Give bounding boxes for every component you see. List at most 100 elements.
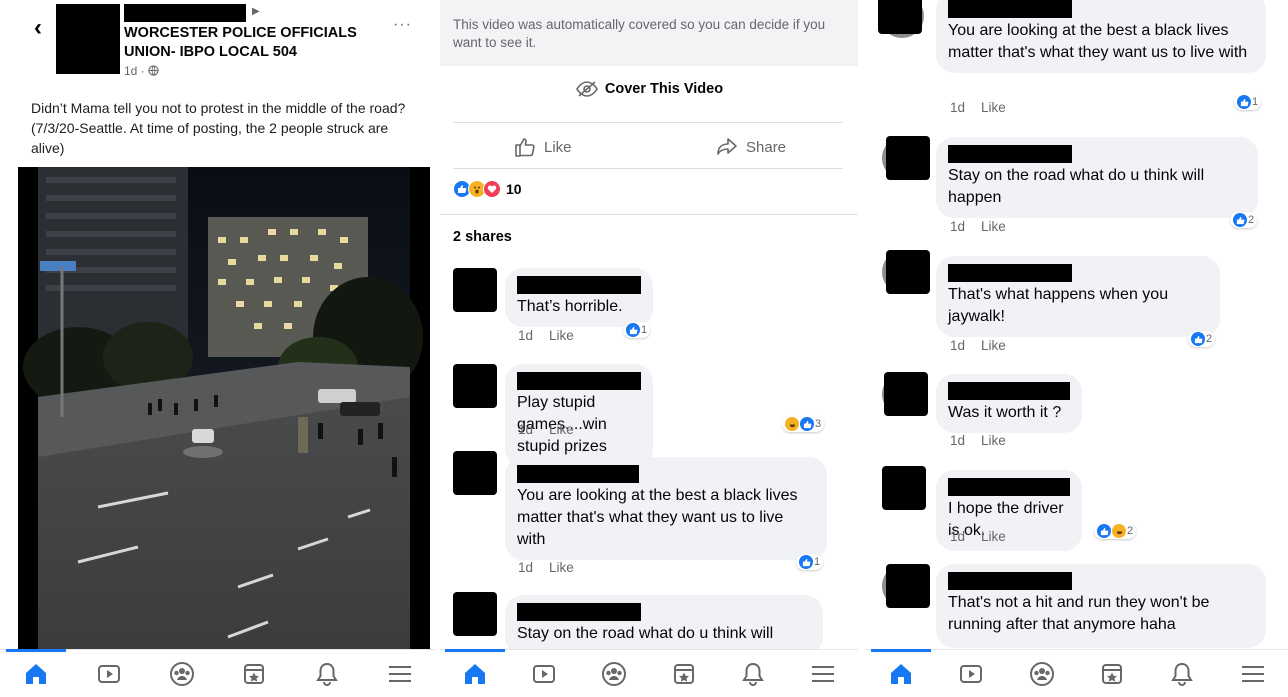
redacted-name — [948, 478, 1070, 496]
tab-notifications[interactable] — [1162, 654, 1202, 694]
avatar[interactable] — [453, 592, 497, 636]
avatar[interactable] — [453, 268, 497, 312]
marketplace-icon — [673, 663, 694, 684]
tab-home[interactable] — [871, 648, 932, 694]
comment-bubble[interactable]: Stay on the road what do u think will — [505, 595, 823, 655]
comment-bubble[interactable]: Was it worth it ? — [936, 374, 1082, 433]
comment-like[interactable]: Like — [981, 219, 1006, 234]
comment-reactions[interactable]: 1 — [1234, 94, 1262, 110]
comment-reactions[interactable]: 2 — [1188, 331, 1216, 347]
comment-bubble[interactable]: That's what happens when you jaywalk! — [936, 256, 1220, 337]
page-name[interactable]: WORCESTER POLICE OFFICIALS UNION- IBPO L… — [124, 24, 404, 62]
like-reaction-icon — [799, 555, 813, 569]
comment-text: That's not a hit and run they won't be r… — [948, 594, 1210, 633]
redacted-name — [124, 4, 246, 22]
comment-reactions[interactable]: 1 — [623, 322, 651, 338]
tab-menu[interactable] — [380, 654, 420, 694]
comment-meta: 1d Like — [518, 422, 590, 437]
comment-meta: 1d Like — [950, 219, 1022, 234]
post-text: Didn’t Mama tell you not to protest in t… — [31, 100, 406, 156]
comment-like[interactable]: Like — [549, 422, 574, 437]
comment-reactions[interactable]: 2 — [1230, 212, 1258, 228]
groups-icon — [169, 661, 194, 686]
comment-reactions[interactable]: 3 — [782, 416, 825, 432]
tab-groups[interactable] — [162, 654, 202, 694]
tab-groups[interactable] — [594, 654, 634, 694]
avatar[interactable] — [453, 451, 497, 495]
like-reaction-icon — [626, 323, 640, 337]
comment-bubble[interactable]: You are looking at the best a black live… — [936, 0, 1266, 73]
tab-marketplace[interactable] — [234, 654, 274, 694]
reaction-count: 2 — [1127, 525, 1134, 537]
comment-like[interactable]: Like — [981, 338, 1006, 353]
avatar[interactable] — [453, 364, 497, 408]
more-options-button[interactable]: ··· — [393, 16, 412, 34]
tab-home[interactable] — [6, 648, 67, 694]
tab-notifications[interactable] — [733, 654, 773, 694]
comment-like[interactable]: Like — [981, 433, 1006, 448]
tab-watch[interactable] — [89, 654, 129, 694]
avatar[interactable] — [886, 136, 930, 180]
like-reaction-icon — [800, 417, 814, 431]
comment-like[interactable]: Like — [549, 328, 574, 343]
watch-icon — [960, 664, 983, 683]
tab-watch[interactable] — [524, 654, 564, 694]
cover-video-button[interactable]: Cover This Video — [440, 70, 858, 108]
redacted-name — [948, 264, 1072, 282]
bottom-tab-bar — [440, 648, 858, 697]
comment-bubble[interactable]: Play stupid games....win stupid prizes — [505, 364, 653, 467]
groups-icon — [1029, 661, 1054, 686]
comment-bubble[interactable]: That’s horrible. — [505, 268, 653, 327]
post-video[interactable] — [18, 167, 430, 650]
marketplace-icon — [1102, 663, 1123, 684]
shares-count[interactable]: 2 shares — [453, 229, 512, 245]
video-frame — [18, 167, 430, 650]
home-icon — [26, 663, 47, 684]
tab-menu[interactable] — [1233, 654, 1273, 694]
comment-meta: 1d Like — [518, 560, 590, 575]
share-button[interactable]: Share — [716, 137, 786, 157]
tab-marketplace[interactable] — [664, 654, 704, 694]
arrow-icon: ▶ — [252, 6, 260, 17]
tab-menu[interactable] — [803, 654, 843, 694]
groups-icon — [602, 661, 627, 686]
avatar[interactable] — [886, 564, 930, 608]
reactions-summary[interactable]: 10 — [453, 180, 522, 198]
comment-like[interactable]: Like — [981, 529, 1006, 544]
comments-panel: You are looking at the best a black live… — [866, 0, 1288, 697]
avatar[interactable] — [878, 0, 922, 34]
home-icon — [891, 663, 912, 684]
reaction-count: 2 — [1206, 333, 1213, 345]
back-button[interactable]: ‹ — [34, 14, 42, 42]
tab-notifications[interactable] — [307, 654, 347, 694]
like-button[interactable]: Like — [514, 137, 572, 157]
comment-text: You are looking at the best a black live… — [948, 22, 1248, 61]
tab-watch[interactable] — [951, 654, 991, 694]
comment-time: 1d — [950, 433, 966, 448]
comment-reactions[interactable]: 1 — [796, 554, 824, 570]
comment-bubble[interactable]: You are looking at the best a black live… — [505, 457, 827, 560]
like-reaction-icon — [1233, 213, 1247, 227]
watch-icon — [533, 664, 556, 683]
comment-like[interactable]: Like — [549, 560, 574, 575]
comment-reactions[interactable]: 2 — [1094, 523, 1137, 539]
like-label: Like — [544, 138, 572, 156]
tab-groups[interactable] — [1022, 654, 1062, 694]
comment-time: 1d — [950, 338, 966, 353]
avatar[interactable] — [886, 250, 930, 294]
tab-home[interactable] — [444, 648, 505, 694]
post-timestamp: 1d · — [124, 64, 159, 78]
timestamp-text: 1d · — [124, 64, 149, 78]
comment-like[interactable]: Like — [981, 100, 1006, 115]
page-avatar[interactable] — [56, 4, 120, 74]
like-reaction-icon — [1191, 332, 1205, 346]
comment-bubble[interactable]: That's not a hit and run they won't be r… — [936, 564, 1266, 648]
comment-meta: 1d Like — [518, 328, 590, 343]
avatar[interactable] — [884, 372, 928, 416]
share-icon — [717, 138, 737, 155]
avatar[interactable] — [882, 466, 926, 510]
comment-bubble[interactable]: Stay on the road what do u think will ha… — [936, 137, 1258, 218]
tab-marketplace[interactable] — [1092, 654, 1132, 694]
redacted-name — [517, 465, 639, 483]
comment-time: 1d — [950, 529, 966, 544]
